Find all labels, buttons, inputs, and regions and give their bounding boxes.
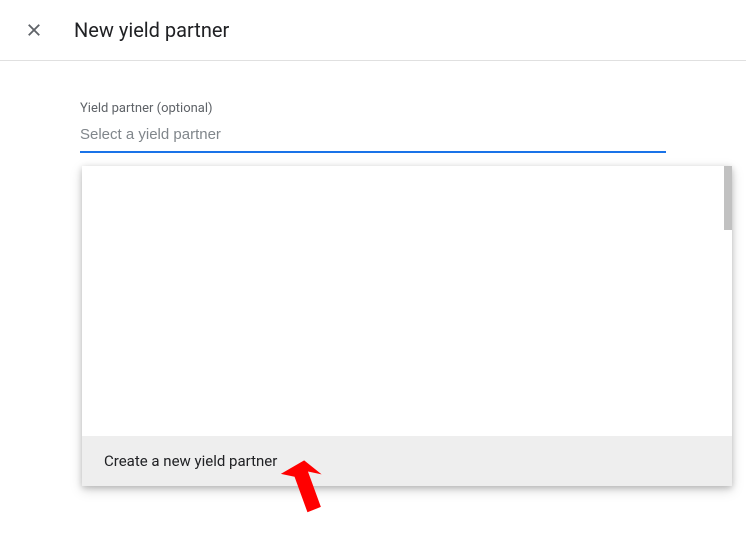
dropdown-options-area xyxy=(82,166,732,436)
close-icon[interactable] xyxy=(24,20,44,40)
dropdown-scrollbar[interactable] xyxy=(724,166,732,230)
yield-partner-field-label: Yield partner (optional) xyxy=(80,101,666,116)
yield-partner-select-input[interactable] xyxy=(80,122,666,153)
create-new-yield-partner-option[interactable]: Create a new yield partner xyxy=(82,436,732,486)
yield-partner-dropdown: Create a new yield partner xyxy=(82,166,732,486)
dialog-header: New yield partner xyxy=(0,0,746,61)
dialog-content: Yield partner (optional) xyxy=(0,61,746,153)
dialog-title: New yield partner xyxy=(74,18,229,42)
